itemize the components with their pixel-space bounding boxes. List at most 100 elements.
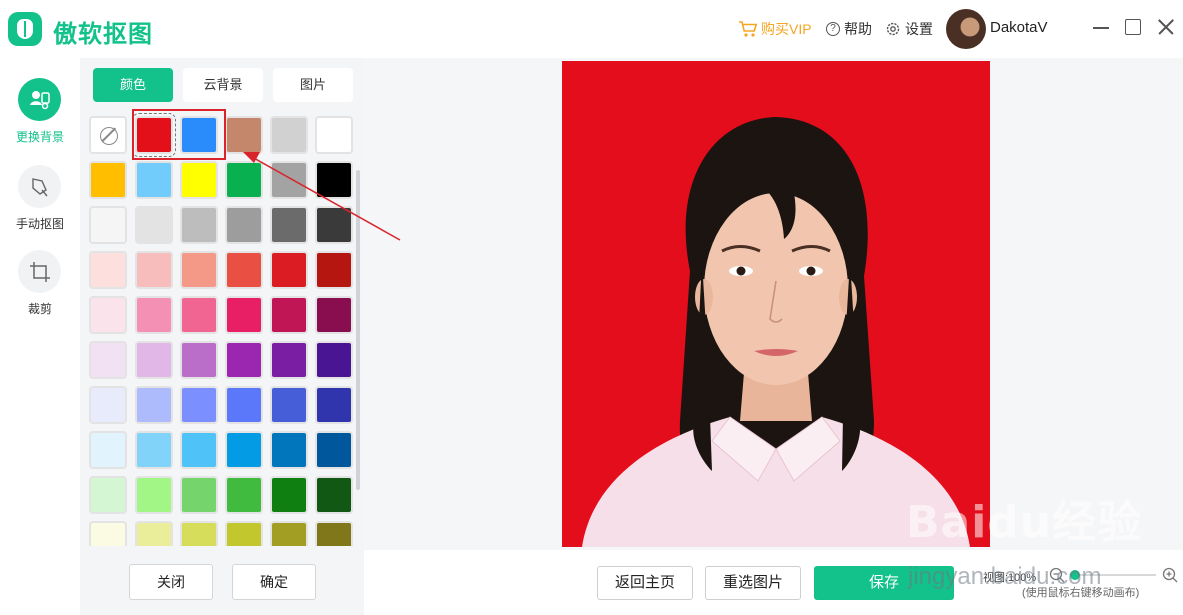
color-swatch[interactable] bbox=[315, 206, 353, 244]
cart-icon bbox=[739, 21, 758, 37]
help-label: 帮助 bbox=[844, 21, 872, 37]
color-swatch[interactable] bbox=[135, 431, 173, 469]
color-swatch[interactable] bbox=[315, 476, 353, 514]
color-swatch[interactable] bbox=[270, 476, 308, 514]
color-swatch[interactable] bbox=[225, 206, 263, 244]
title-bar: 傲软抠图 购买VIP ? 帮助 设置 DakotaV bbox=[0, 0, 1183, 58]
zoom-label: 视图:100% bbox=[983, 572, 1037, 584]
color-swatch[interactable] bbox=[225, 476, 263, 514]
color-swatch[interactable] bbox=[225, 431, 263, 469]
color-swatch[interactable] bbox=[180, 206, 218, 244]
buy-vip-button[interactable]: 购买VIP bbox=[738, 19, 812, 39]
color-swatch[interactable] bbox=[270, 116, 308, 154]
color-swatch[interactable] bbox=[135, 476, 173, 514]
nav-item-change-background[interactable]: 更换背景 bbox=[0, 78, 80, 158]
color-swatch[interactable] bbox=[315, 431, 353, 469]
confirm-button[interactable]: 确定 bbox=[232, 564, 316, 600]
app-title: 傲软抠图 bbox=[53, 20, 153, 48]
hand-cutout-icon bbox=[18, 165, 61, 208]
maximize-icon[interactable] bbox=[1122, 16, 1144, 38]
swap-background-icon bbox=[18, 78, 61, 121]
user-avatar[interactable] bbox=[946, 9, 986, 49]
crop-icon bbox=[18, 250, 61, 293]
color-swatch[interactable] bbox=[135, 251, 173, 289]
nav-label-manual-cutout: 手动抠图 bbox=[15, 217, 64, 231]
color-swatch[interactable] bbox=[315, 341, 353, 379]
color-swatch[interactable] bbox=[135, 161, 173, 199]
color-swatch[interactable] bbox=[89, 521, 127, 546]
color-swatch[interactable] bbox=[89, 206, 127, 244]
color-swatch[interactable] bbox=[225, 296, 263, 334]
app-logo-icon bbox=[8, 12, 42, 46]
minimize-icon[interactable] bbox=[1090, 16, 1112, 38]
color-swatch[interactable] bbox=[180, 521, 218, 546]
panel-scrollbar[interactable] bbox=[356, 170, 360, 490]
color-swatch[interactable] bbox=[225, 116, 263, 154]
app-window: 傲软抠图 购买VIP ? 帮助 设置 DakotaV 更换背景 手动抠图 裁剪 … bbox=[0, 0, 1183, 615]
help-icon: ? bbox=[826, 22, 840, 36]
color-swatch[interactable] bbox=[180, 116, 218, 154]
zoom-slider[interactable] bbox=[1070, 570, 1156, 580]
color-swatch[interactable] bbox=[315, 386, 353, 424]
color-swatch[interactable] bbox=[132, 113, 176, 157]
color-swatch[interactable] bbox=[225, 386, 263, 424]
color-swatch[interactable] bbox=[135, 341, 173, 379]
color-swatch[interactable] bbox=[270, 341, 308, 379]
color-swatch[interactable] bbox=[270, 296, 308, 334]
color-swatch[interactable] bbox=[225, 161, 263, 199]
color-swatch[interactable] bbox=[135, 386, 173, 424]
color-swatch[interactable] bbox=[315, 161, 353, 199]
color-swatch[interactable] bbox=[270, 206, 308, 244]
zoom-out-icon[interactable] bbox=[1049, 567, 1065, 583]
color-swatch[interactable] bbox=[315, 251, 353, 289]
settings-label: 设置 bbox=[905, 21, 933, 37]
color-swatch[interactable] bbox=[135, 296, 173, 334]
color-swatch[interactable] bbox=[89, 476, 127, 514]
color-swatch[interactable] bbox=[180, 161, 218, 199]
color-swatch[interactable] bbox=[180, 386, 218, 424]
color-swatch[interactable] bbox=[89, 251, 127, 289]
color-swatch[interactable] bbox=[180, 251, 218, 289]
color-swatch[interactable] bbox=[315, 521, 353, 546]
color-swatch[interactable] bbox=[270, 161, 308, 199]
color-swatch[interactable] bbox=[89, 341, 127, 379]
zoom-hint: (使用鼠标右键移动画布) bbox=[1022, 587, 1140, 599]
color-swatch[interactable] bbox=[89, 431, 127, 469]
username[interactable]: DakotaV bbox=[990, 19, 1048, 36]
color-swatch[interactable] bbox=[180, 476, 218, 514]
color-swatch[interactable] bbox=[180, 431, 218, 469]
color-swatch[interactable] bbox=[270, 521, 308, 546]
back-home-button[interactable]: 返回主页 bbox=[597, 566, 693, 600]
zoom-slider-handle[interactable] bbox=[1070, 570, 1080, 580]
nav-item-crop[interactable]: 裁剪 bbox=[0, 250, 80, 330]
color-swatch[interactable] bbox=[225, 341, 263, 379]
reselect-image-button[interactable]: 重选图片 bbox=[705, 566, 801, 600]
zoom-in-icon[interactable] bbox=[1162, 567, 1178, 583]
color-swatch[interactable] bbox=[270, 431, 308, 469]
nav-item-manual-cutout[interactable]: 手动抠图 bbox=[0, 165, 80, 245]
color-swatch[interactable] bbox=[180, 341, 218, 379]
background-panel: 颜色 云背景 图片 bbox=[80, 58, 364, 615]
settings-button[interactable]: 设置 bbox=[885, 19, 933, 39]
gear-icon bbox=[886, 22, 900, 36]
nav-label-crop: 裁剪 bbox=[27, 302, 52, 316]
no-color-swatch[interactable] bbox=[89, 116, 127, 154]
color-swatch[interactable] bbox=[225, 251, 263, 289]
color-swatch[interactable] bbox=[135, 206, 173, 244]
color-swatch[interactable] bbox=[225, 521, 263, 546]
help-button[interactable]: ? 帮助 bbox=[826, 19, 872, 39]
close-button[interactable]: 关闭 bbox=[129, 564, 213, 600]
color-swatch[interactable] bbox=[89, 161, 127, 199]
left-nav: 更换背景 手动抠图 裁剪 bbox=[0, 58, 80, 615]
buy-vip-label: 购买VIP bbox=[761, 21, 812, 37]
close-icon[interactable] bbox=[1155, 16, 1177, 38]
color-swatch[interactable] bbox=[180, 296, 218, 334]
color-swatch[interactable] bbox=[315, 296, 353, 334]
color-swatch[interactable] bbox=[89, 386, 127, 424]
color-swatch[interactable] bbox=[270, 251, 308, 289]
color-swatch[interactable] bbox=[315, 116, 353, 154]
color-swatch[interactable] bbox=[270, 386, 308, 424]
save-button[interactable]: 保存 bbox=[814, 566, 954, 600]
color-swatch[interactable] bbox=[135, 521, 173, 546]
color-swatch[interactable] bbox=[89, 296, 127, 334]
